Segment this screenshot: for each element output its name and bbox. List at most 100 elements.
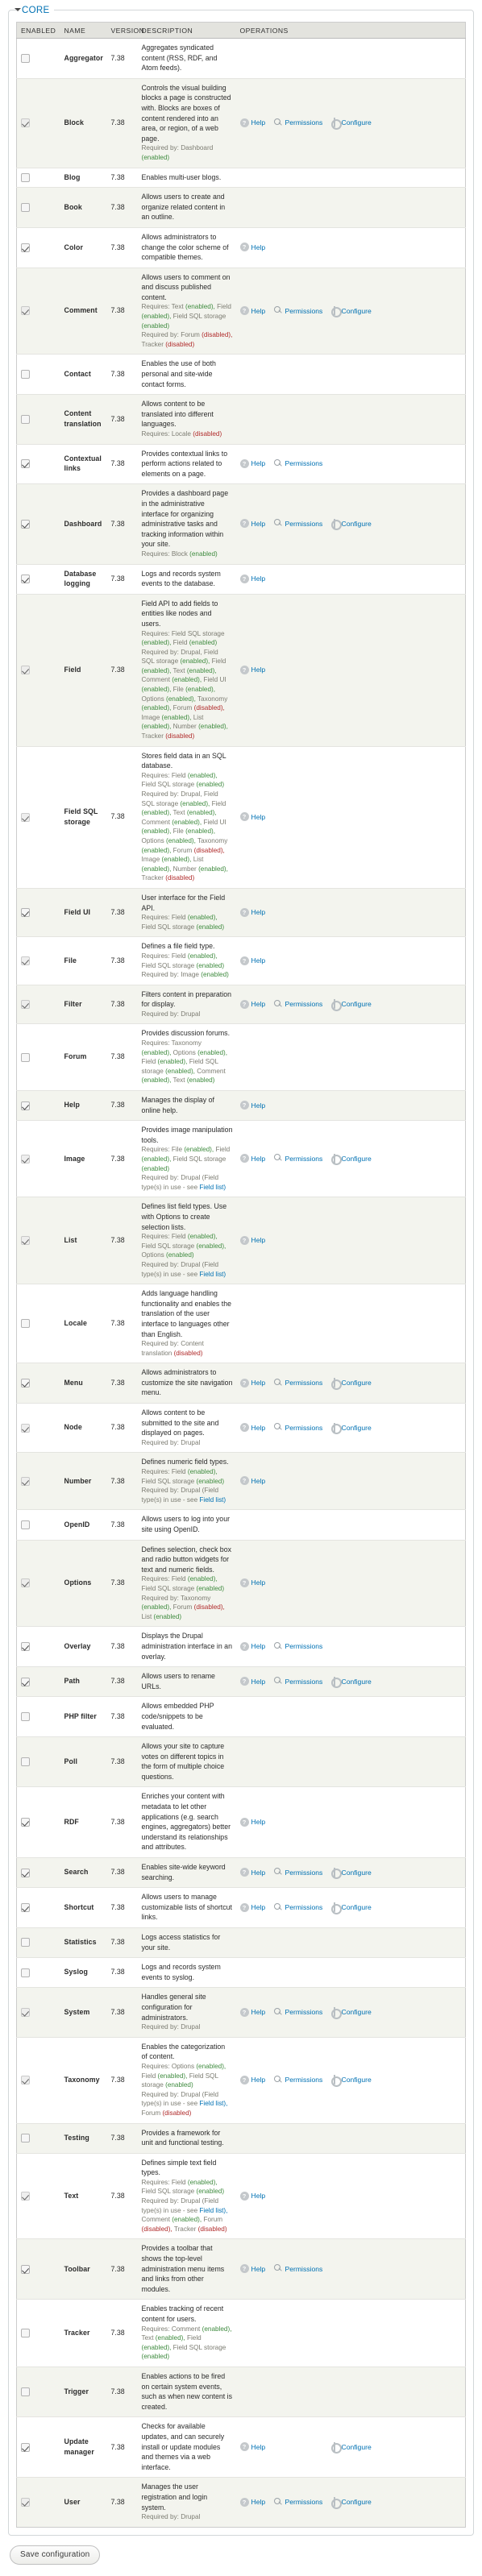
operation-help-link[interactable]: ?Help: [240, 243, 274, 252]
operation-configure-link[interactable]: Configure: [330, 999, 380, 1009]
operation-permissions-link[interactable]: Permissions: [274, 2264, 330, 2274]
operation-help-link[interactable]: ?Help: [240, 1677, 274, 1686]
operation-permissions-link[interactable]: Permissions: [274, 118, 330, 127]
operation-help-link[interactable]: ?Help: [240, 1235, 274, 1245]
operation-configure-link[interactable]: Configure: [330, 1677, 380, 1686]
operation-permissions-link[interactable]: Permissions: [274, 2497, 330, 2507]
module-enable-checkbox[interactable]: [21, 2443, 30, 2452]
operation-help-link[interactable]: ?Help: [240, 118, 274, 127]
operation-help-link[interactable]: ?Help: [240, 1378, 274, 1388]
module-enable-checkbox[interactable]: [21, 908, 30, 917]
field-list-link[interactable]: Field list),: [199, 2207, 227, 2214]
operation-help-link[interactable]: ?Help: [240, 2191, 274, 2201]
module-enable-checkbox[interactable]: [21, 370, 30, 379]
operation-configure-link[interactable]: Configure: [330, 2007, 380, 2017]
module-enable-checkbox[interactable]: [21, 1968, 30, 1977]
package-legend[interactable]: CORE: [16, 5, 54, 16]
operation-permissions-link[interactable]: Permissions: [274, 1641, 330, 1651]
operation-help-link[interactable]: ?Help: [240, 1817, 274, 1827]
module-enable-checkbox[interactable]: [21, 1869, 30, 1877]
operation-placeholder: [330, 414, 380, 424]
collapse-twisty-icon[interactable]: [15, 8, 21, 11]
operation-help-link[interactable]: ?Help: [240, 1902, 274, 1912]
module-enable-checkbox[interactable]: [21, 2265, 30, 2274]
operation-help-link[interactable]: ?Help: [240, 2075, 274, 2084]
module-enable-checkbox[interactable]: [21, 173, 30, 182]
operation-configure-link[interactable]: Configure: [330, 1423, 380, 1433]
operation-permissions-link[interactable]: Permissions: [274, 1868, 330, 1877]
operation-configure-link[interactable]: Configure: [330, 1154, 380, 1164]
module-enable-checkbox[interactable]: [21, 1712, 30, 1721]
operation-help-link[interactable]: ?Help: [240, 907, 274, 917]
operation-permissions-link[interactable]: Permissions: [274, 1154, 330, 1164]
operation-permissions-link[interactable]: Permissions: [274, 1423, 330, 1433]
operation-help-link[interactable]: ?Help: [240, 1868, 274, 1877]
operation-help-link[interactable]: ?Help: [240, 665, 274, 674]
operation-help-link[interactable]: ?Help: [240, 1154, 274, 1164]
field-list-link[interactable]: Field list),: [199, 2100, 227, 2107]
operation-help-link[interactable]: ?Help: [240, 2264, 274, 2274]
operation-help-link[interactable]: ?Help: [240, 1578, 274, 1587]
module-enable-checkbox[interactable]: [21, 2387, 30, 2396]
operation-configure-link[interactable]: Configure: [330, 2442, 380, 2452]
module-enable-checkbox[interactable]: [21, 1101, 30, 1110]
operation-permissions-link[interactable]: Permissions: [274, 1677, 330, 1686]
operation-help-link[interactable]: ?Help: [240, 574, 274, 583]
operation-permissions-link[interactable]: Permissions: [274, 458, 330, 468]
operation-help-link[interactable]: ?Help: [240, 458, 274, 468]
module-enable-checkbox[interactable]: [21, 243, 30, 252]
field-list-link[interactable]: Field list): [199, 1271, 226, 1278]
operation-help-link[interactable]: ?Help: [240, 306, 274, 316]
operations-list: [240, 1711, 463, 1721]
field-list-link[interactable]: Field list): [199, 1184, 226, 1191]
operation-help-link[interactable]: ?Help: [240, 519, 274, 529]
operation-configure-link[interactable]: Configure: [330, 519, 380, 529]
module-enable-checkbox[interactable]: [21, 1818, 30, 1827]
operation-configure-link[interactable]: Configure: [330, 2497, 380, 2507]
module-enable-checkbox[interactable]: [21, 1938, 30, 1947]
operation-help-link[interactable]: ?Help: [240, 1423, 274, 1433]
help-icon: ?: [240, 243, 249, 251]
operation-help-link[interactable]: ?Help: [240, 999, 274, 1009]
save-configuration-button[interactable]: Save configuration: [10, 2545, 100, 2565]
operation-configure-link[interactable]: Configure: [330, 2075, 380, 2084]
operation-configure-link[interactable]: Configure: [330, 118, 380, 127]
operation-help-link[interactable]: ?Help: [240, 2497, 274, 2507]
module-enable-checkbox[interactable]: [21, 1379, 30, 1388]
module-enable-checkbox[interactable]: [21, 1757, 30, 1766]
module-enable-checkbox[interactable]: [21, 575, 30, 583]
module-enable-checkbox[interactable]: [21, 1520, 30, 1529]
operation-help-link[interactable]: ?Help: [240, 812, 274, 822]
operation-permissions-link[interactable]: Permissions: [274, 1902, 330, 1912]
operation-permissions-link[interactable]: Permissions: [274, 999, 330, 1009]
field-list-link[interactable]: Field list): [199, 1496, 226, 1504]
module-enable-checkbox[interactable]: [21, 54, 30, 63]
operation-help-link[interactable]: ?Help: [240, 956, 274, 965]
operation-permissions-link[interactable]: Permissions: [274, 519, 330, 529]
operation-permissions-link[interactable]: Permissions: [274, 2007, 330, 2017]
operation-configure-link[interactable]: Configure: [330, 1902, 380, 1912]
module-enable-checkbox[interactable]: [21, 415, 30, 424]
operation-help-link[interactable]: ?Help: [240, 1476, 274, 1486]
operation-configure-link[interactable]: Configure: [330, 1378, 380, 1388]
module-enable-checkbox[interactable]: [21, 203, 30, 212]
operation-configure-link[interactable]: Configure: [330, 306, 380, 316]
module-enable-checkbox[interactable]: [21, 1319, 30, 1328]
module-enable-checkbox[interactable]: [21, 1053, 30, 1062]
module-enable-checkbox[interactable]: [21, 1903, 30, 1912]
module-dependency-line: Required by: Drupal (Field type(s) in us…: [142, 1173, 233, 1192]
operation-permissions-link[interactable]: Permissions: [274, 1378, 330, 1388]
operation-permissions-link[interactable]: Permissions: [274, 2075, 330, 2084]
module-enable-checkbox[interactable]: [21, 459, 30, 468]
operation-help-link[interactable]: ?Help: [240, 1101, 274, 1110]
module-enable-checkbox[interactable]: [21, 520, 30, 529]
module-enable-checkbox[interactable]: [21, 2329, 30, 2337]
operation-configure-link[interactable]: Configure: [330, 1868, 380, 1877]
operation-permissions-link[interactable]: Permissions: [274, 306, 330, 316]
operation-help-link[interactable]: ?Help: [240, 2007, 274, 2017]
operation-help-link[interactable]: ?Help: [240, 2442, 274, 2452]
module-enable-checkbox[interactable]: [21, 1642, 30, 1651]
operation-help-link[interactable]: ?Help: [240, 1641, 274, 1651]
module-enable-checkbox[interactable]: [21, 1678, 30, 1686]
module-enable-checkbox[interactable]: [21, 2134, 30, 2143]
